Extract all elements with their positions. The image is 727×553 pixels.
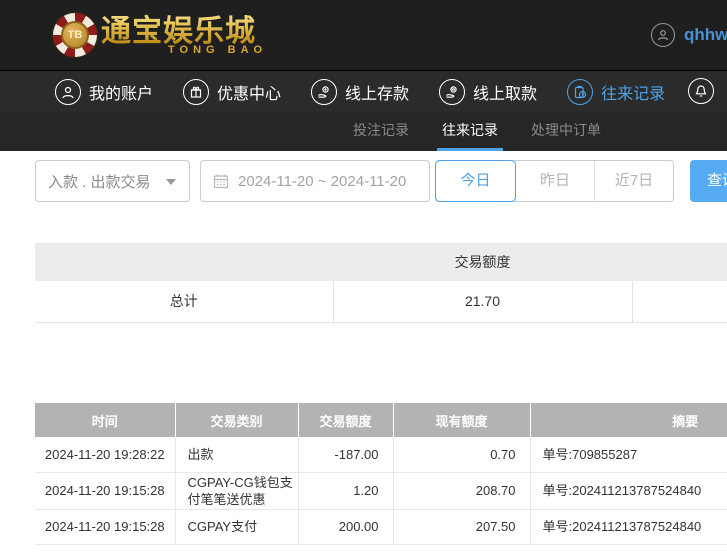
cell-amount: 200.00 <box>297 509 393 545</box>
nav-item-my-account[interactable]: 我的账户 <box>55 78 154 105</box>
cell-amount: -187.00 <box>297 437 393 473</box>
nav-item-withdraw[interactable]: 线上取款 <box>439 78 538 105</box>
calendar-icon <box>213 173 229 189</box>
cell-balance: 0.70 <box>392 437 530 473</box>
nav-item-transaction-records[interactable]: 往来记录 <box>567 78 666 105</box>
nav-label: 线上存款 <box>345 85 410 103</box>
transaction-type-select[interactable]: 入款 . 出款交易 <box>35 160 190 202</box>
cell-summary: 单号:202411213787524840 <box>529 509 727 545</box>
summary-header-amount: 交易额度 <box>333 243 632 281</box>
date-range-value: 2024-11-20 ~ 2024-11-20 <box>238 172 407 190</box>
cell-time: 2024-11-20 19:15:28 <box>35 472 175 510</box>
summary-table: 交易额度 总计 21.70 <box>35 243 727 323</box>
nav-label: 往来记录 <box>601 85 666 103</box>
table-row: 2024-11-20 19:28:22 出款 -187.00 0.70 单号:7… <box>35 437 727 473</box>
yesterday-button[interactable]: 昨日 <box>515 161 594 201</box>
cell-amount: 1.20 <box>297 472 393 510</box>
transactions-table: 时间 交易类别 交易额度 现有额度 摘要 2024-11-20 19:28:22… <box>35 403 727 545</box>
col-type: 交易类别 <box>174 403 298 437</box>
caret-down-icon <box>166 179 176 185</box>
cell-type: 出款 <box>174 437 298 473</box>
user-avatar-icon[interactable] <box>651 23 675 47</box>
table-row: 2024-11-20 19:15:28 CGPAY-CG钱包支付笔笔送优惠 1.… <box>35 472 727 510</box>
main-nav: 我的账户 优惠中心 线上存款 线上取款 往来记录 <box>0 70 727 112</box>
cell-time: 2024-11-20 19:28:22 <box>35 437 175 473</box>
brand-logo-chip-icon: TB <box>53 13 97 57</box>
nav-label: 线上取款 <box>473 85 538 103</box>
summary-empty-cell <box>631 281 727 323</box>
last7days-button[interactable]: 近7日 <box>594 161 673 201</box>
summary-header-row: 交易额度 <box>35 243 727 281</box>
tab-transaction-records[interactable]: 往来记录 <box>437 112 503 151</box>
col-summary: 摘要 <box>529 403 727 437</box>
subnav-tabs: 投注记录 往来记录 处理中订单 <box>0 112 727 151</box>
cell-summary: 单号:202411213787524840 <box>529 472 727 510</box>
records-icon <box>567 78 594 105</box>
nav-label: 优惠中心 <box>217 85 282 103</box>
date-range-input[interactable]: 2024-11-20 ~ 2024-11-20 <box>200 160 430 202</box>
cell-type: CGPAY-CG钱包支付笔笔送优惠 <box>174 472 298 510</box>
summary-total-row: 总计 21.70 <box>35 281 727 323</box>
withdraw-icon <box>439 78 466 105</box>
transactions-header-row: 时间 交易类别 交易额度 现有额度 摘要 <box>35 403 727 437</box>
nav-label: 我的账户 <box>89 85 154 103</box>
brand-logo-chip-text: TB <box>61 21 89 49</box>
search-button[interactable]: 查询 <box>690 160 727 202</box>
col-balance: 现有额度 <box>392 403 530 437</box>
summary-total-label: 总计 <box>35 281 333 323</box>
quick-date-button-group: 今日 昨日 近7日 <box>435 160 674 202</box>
tab-pending-orders[interactable]: 处理中订单 <box>531 112 601 151</box>
bell-icon <box>688 78 714 104</box>
cell-balance: 207.50 <box>392 509 530 545</box>
brand-subtitle: TONG BAO <box>168 44 268 56</box>
page: TB 通宝娱乐城 TONG BAO qhhw 我的账户 优惠中心 线上存款 线上… <box>0 0 727 553</box>
nav-item-deposit[interactable]: 线上存款 <box>311 78 410 105</box>
notifications-bell[interactable] <box>688 78 714 104</box>
summary-total-value: 21.70 <box>332 281 632 323</box>
deposit-icon <box>311 78 338 105</box>
top-header: TB 通宝娱乐城 TONG BAO qhhw <box>0 0 727 70</box>
col-amount: 交易额度 <box>297 403 393 437</box>
nav-item-promotions[interactable]: 优惠中心 <box>183 78 282 105</box>
promo-icon <box>183 78 210 105</box>
account-icon <box>55 78 81 105</box>
cell-balance: 208.70 <box>392 472 530 510</box>
col-time: 时间 <box>35 403 175 437</box>
today-button[interactable]: 今日 <box>436 161 515 201</box>
transaction-type-value: 入款 . 出款交易 <box>48 173 151 191</box>
table-row: 2024-11-20 19:15:28 CGPAY支付 200.00 207.5… <box>35 509 727 545</box>
cell-summary: 单号:709855287 <box>529 437 727 473</box>
summary-header-empty <box>35 243 333 281</box>
cell-type: CGPAY支付 <box>174 509 298 545</box>
cell-time: 2024-11-20 19:15:28 <box>35 509 175 545</box>
username[interactable]: qhhw <box>684 25 727 45</box>
tab-betting-records[interactable]: 投注记录 <box>353 112 409 151</box>
summary-header-empty <box>632 243 727 281</box>
